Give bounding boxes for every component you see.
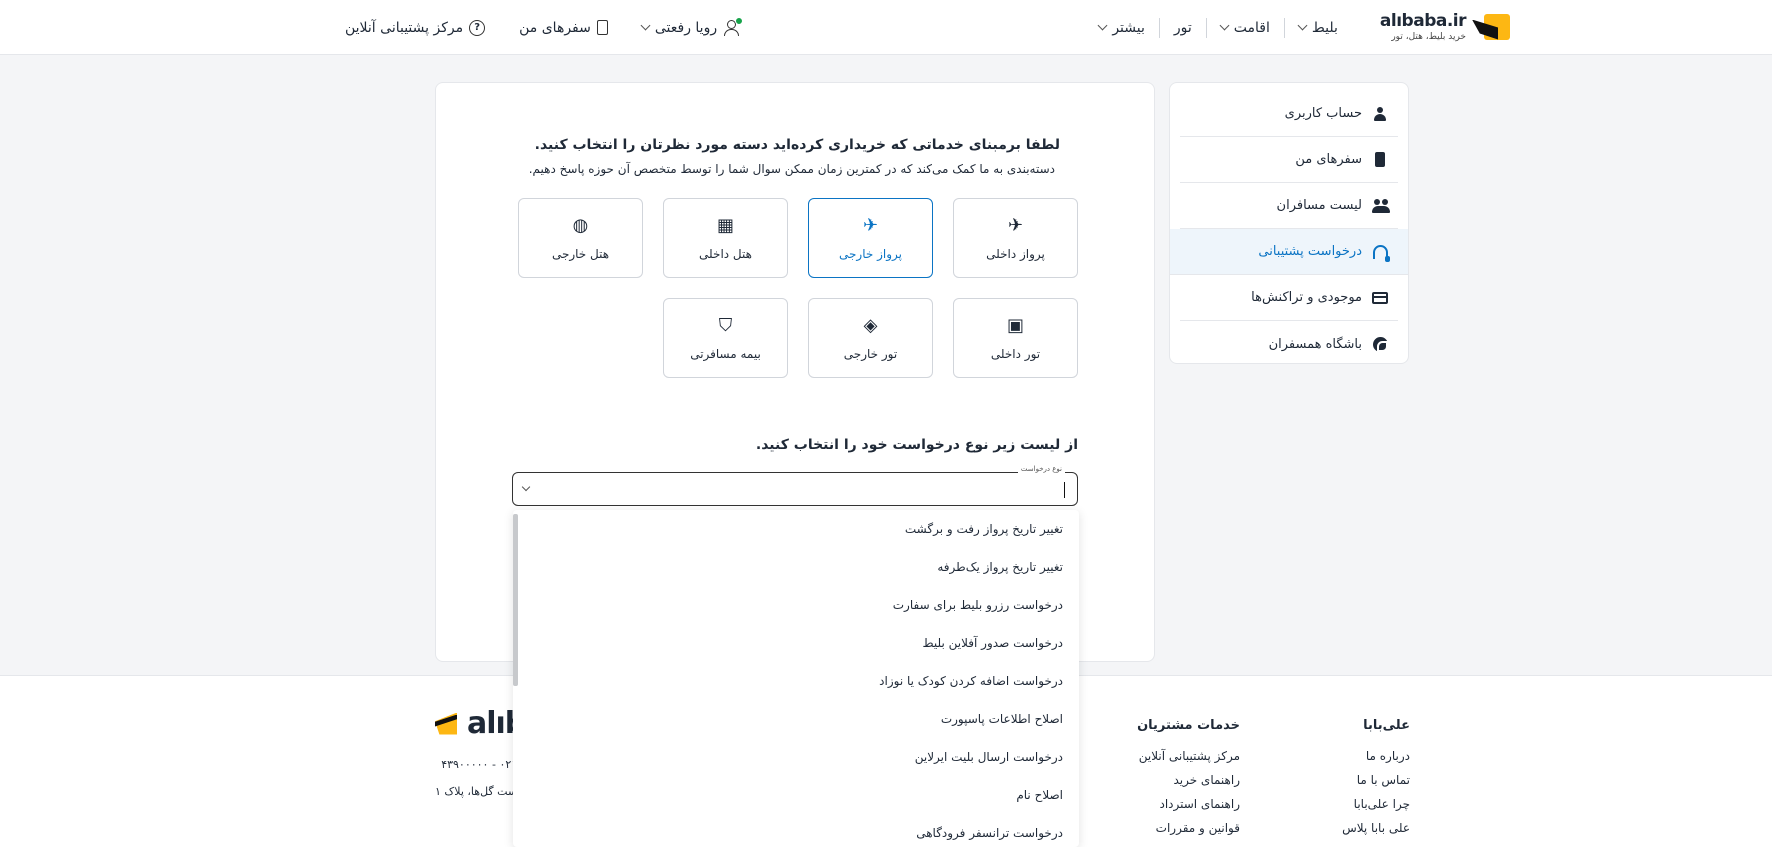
suitcase-icon: ▣ xyxy=(1007,315,1025,336)
sidebar-item-passengers[interactable]: لیست مسافران xyxy=(1180,183,1398,229)
footer-contact: ۰۲۱ - ۴۳۹۰۰۰۰۰ ست گل‌ها، پلاک ۱ xyxy=(435,758,517,798)
request-type-heading: از لیست زیر نوع درخواست خود را انتخاب کن… xyxy=(755,437,1078,453)
dropdown-option[interactable]: اصلاح نام xyxy=(513,776,1079,814)
nav-tour[interactable]: تور xyxy=(1160,0,1206,55)
hotel-international-icon: ◍ xyxy=(572,215,589,236)
footer-link[interactable]: راهنمای خرید xyxy=(1137,773,1240,787)
alibaba-logo[interactable]: alıbaba.ir خرید بلیط، هتل، تور xyxy=(1380,12,1510,44)
plane-icon: ✈ xyxy=(1007,215,1024,236)
footer-link[interactable]: چرا علی‌بابا xyxy=(1342,797,1410,811)
sidebar-item-balance[interactable]: موجودی و تراکنش‌ها xyxy=(1180,275,1398,321)
nav-divider xyxy=(1205,17,1207,38)
chevron-down-icon xyxy=(640,20,651,31)
top-header: alıbaba.ir خرید بلیط، هتل، تور بلیط اقام… xyxy=(0,0,1772,55)
user-menu[interactable]: رویا رفعتی xyxy=(640,16,744,36)
hotel-icon: ▦ xyxy=(717,215,735,236)
dropdown-option[interactable]: اصلاح اطلاعات پاسپورت xyxy=(513,700,1079,738)
dropdown-option[interactable]: درخواست رزرو بلیط برای سفارت xyxy=(513,586,1079,624)
dropdown-option[interactable]: درخواست اضافه کردن کودک یا نوزاد xyxy=(513,662,1079,700)
suitcase-icon xyxy=(596,20,608,35)
footer-link[interactable]: قوانین و مقررات xyxy=(1137,821,1240,835)
category-travel-insurance[interactable]: ⛉ بیمه مسافرتی xyxy=(663,298,788,378)
dropdown-option[interactable]: درخواست ترانسفر فرودگاهی xyxy=(513,814,1079,847)
footer-link[interactable]: تماس با ما xyxy=(1342,773,1410,787)
nav-ticket[interactable]: بلیط xyxy=(1285,0,1352,55)
header-actions: ? مرکز پشتیبانی آنلاین سفرهای من رویا رف… xyxy=(345,0,744,55)
logo-text: alıbaba.ir xyxy=(1379,11,1467,31)
alibaba-logo-icon xyxy=(1472,12,1510,44)
question-icon: ? xyxy=(469,19,486,36)
category-description: دسته‌بندی به ما کمک می‌کند که در کمترین … xyxy=(528,162,1055,176)
category-domestic-hotel[interactable]: ▦ هتل داخلی xyxy=(663,198,788,278)
user-icon xyxy=(723,16,744,36)
online-status-dot xyxy=(735,16,744,25)
category-international-tour[interactable]: ◈ تور خارجی xyxy=(808,298,933,378)
dropdown-option[interactable]: درخواست صدور آفلاین بلیط xyxy=(513,624,1079,662)
chevron-down-icon xyxy=(1297,20,1308,31)
nav-divider xyxy=(1283,17,1285,38)
sidebar-item-support-request[interactable]: درخواست پشتیبانی xyxy=(1170,229,1408,275)
suitcase-globe-icon: ◈ xyxy=(863,315,878,336)
category-domestic-tour[interactable]: ▣ تور داخلی xyxy=(953,298,1078,378)
request-type-dropdown: تغییر تاریخ پرواز رفت و برگشت تغییر تاری… xyxy=(513,510,1079,847)
footer-link[interactable]: راهنمای استرداد xyxy=(1137,797,1240,811)
footer-phone: ۰۲۱ - ۴۳۹۰۰۰۰۰ xyxy=(441,758,518,771)
footer-link[interactable]: علی بابا پلاس xyxy=(1342,821,1410,835)
footer-col-customer-services: خدمات مشتریان مرکز پشتیبانی آنلاین راهنم… xyxy=(1137,718,1240,835)
dropdown-scrollbar[interactable] xyxy=(513,514,518,686)
chevron-down-icon xyxy=(1097,20,1108,31)
request-type-label: نوع درخواست xyxy=(1017,465,1065,473)
dropdown-option[interactable]: تغییر تاریخ پرواز رفت و برگشت xyxy=(513,510,1079,548)
sidebar-item-account[interactable]: حساب کاربری xyxy=(1180,91,1398,137)
account-sidebar: حساب کاربری سفرهای من لیست مسافران درخوا… xyxy=(1169,82,1409,364)
users-icon xyxy=(1372,198,1390,214)
chevron-down-icon xyxy=(521,482,531,492)
nav-divider xyxy=(1158,17,1160,38)
alibaba-logo-icon xyxy=(435,713,459,735)
footer-link[interactable]: مرکز پشتیبانی آنلاین xyxy=(1137,749,1240,763)
club-icon xyxy=(1372,336,1388,352)
suitcase-icon xyxy=(1372,152,1388,168)
credit-card-icon xyxy=(1372,290,1388,306)
dropdown-option[interactable]: درخواست ارسال بلیت ایرلاین xyxy=(513,738,1079,776)
chevron-down-icon xyxy=(1219,20,1230,31)
nav-more[interactable]: بیشتر xyxy=(1085,0,1159,55)
headset-icon xyxy=(1372,244,1390,262)
text-caret xyxy=(1064,482,1065,498)
logo-tagline: خرید بلیط، هتل، تور xyxy=(1391,32,1466,42)
plane-international-icon: ✈ xyxy=(862,215,879,236)
request-type-select[interactable]: نوع درخواست xyxy=(512,465,1078,506)
my-trips-link[interactable]: سفرهای من xyxy=(519,20,608,36)
nav-stay[interactable]: اقامت xyxy=(1207,0,1284,55)
sidebar-item-my-trips[interactable]: سفرهای من xyxy=(1180,137,1398,183)
category-heading: لطفا برمبنای خدماتی که خریداری کرده‌اید … xyxy=(534,137,1060,153)
support-center-link[interactable]: ? مرکز پشتیبانی آنلاین xyxy=(345,19,486,36)
footer-address: ست گل‌ها، پلاک ۱ xyxy=(435,785,518,798)
footer-col-alibaba: علی‌بابا درباره ما تماس با ما چرا علی‌با… xyxy=(1342,718,1410,835)
shield-check-icon: ⛉ xyxy=(718,315,733,336)
dropdown-option[interactable]: تغییر تاریخ پرواز یک‌طرفه xyxy=(513,548,1079,586)
category-domestic-flight[interactable]: ✈ پرواز داخلی xyxy=(953,198,1078,278)
category-international-flight[interactable]: ✈ پرواز خارجی xyxy=(808,198,933,278)
main-nav: alıbaba.ir خرید بلیط، هتل، تور بلیط اقام… xyxy=(1085,0,1510,55)
category-international-hotel[interactable]: ◍ هتل خارجی xyxy=(518,198,643,278)
footer-link[interactable]: درباره ما xyxy=(1342,749,1410,763)
person-icon xyxy=(1372,106,1388,122)
sidebar-item-club[interactable]: باشگاه همسفران xyxy=(1180,321,1398,367)
footer-logo: alıb xyxy=(435,706,526,741)
